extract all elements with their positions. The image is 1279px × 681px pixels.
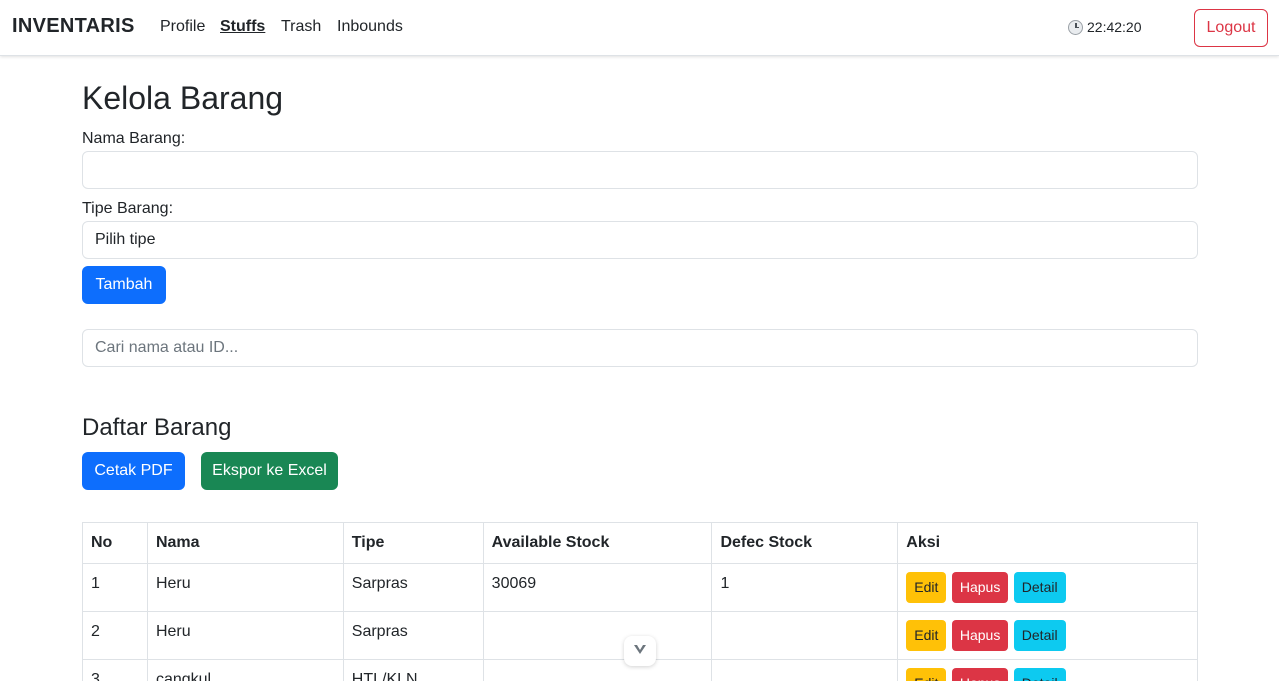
page-title: Kelola Barang (82, 80, 284, 116)
cell-no: 2 (82, 611, 148, 660)
nav-link-profile[interactable]: Profile (160, 18, 205, 36)
cell-name: Heru (146, 563, 344, 612)
detail-button[interactable]: Detail (1013, 668, 1066, 681)
delete-button[interactable]: Hapus (951, 668, 1009, 681)
table-header-row: No Nama Tipe Available Stock Defec Stock… (82, 522, 1198, 564)
column-header-name: Nama (146, 522, 344, 564)
export-excel-button[interactable]: Ekspor ke Excel (201, 452, 338, 490)
column-header-defec-stock: Defec Stock (711, 522, 899, 564)
chevron-down-icon (633, 643, 647, 659)
edit-button[interactable]: Edit (906, 572, 947, 603)
cell-name: cangkul (146, 659, 344, 681)
name-input[interactable] (82, 151, 1198, 189)
detail-button[interactable]: Detail (1013, 620, 1066, 651)
cell-actions: Edit Hapus Detail (897, 563, 1198, 612)
clock-icon (1068, 19, 1083, 35)
type-select[interactable]: Pilih tipe (82, 221, 1198, 259)
column-header-no: No (82, 522, 148, 564)
edit-button[interactable]: Edit (906, 620, 947, 651)
delete-button[interactable]: Hapus (951, 572, 1009, 603)
clock: 22:42:20 (1068, 19, 1142, 35)
cell-no: 3 (82, 659, 148, 681)
cell-available-stock (482, 659, 713, 681)
scroll-down-button[interactable] (624, 636, 656, 666)
navbar: INVENTARIS Profile Stuffs Trash Inbounds… (0, 0, 1279, 56)
table-row: 1 Heru Sarpras 30069 1 Edit Hapus Detail (82, 563, 1198, 612)
detail-button[interactable]: Detail (1013, 572, 1066, 603)
list-title: Daftar Barang (82, 414, 232, 441)
edit-button[interactable]: Edit (906, 668, 947, 681)
cell-type: Sarpras (342, 611, 484, 660)
nav-link-inbounds[interactable]: Inbounds (337, 18, 403, 36)
cell-defec-stock: 1 (711, 563, 899, 612)
cell-available-stock (482, 611, 713, 660)
cell-actions: Edit Hapus Detail (897, 659, 1198, 681)
nav-link-trash[interactable]: Trash (281, 18, 321, 36)
print-pdf-button[interactable]: Cetak PDF (82, 452, 185, 490)
clock-time: 22:42:20 (1087, 19, 1142, 35)
brand-logo[interactable]: INVENTARIS (12, 15, 135, 38)
name-label: Nama Barang: (82, 130, 186, 147)
cell-type: HTL/KLN (342, 659, 484, 681)
delete-button[interactable]: Hapus (951, 620, 1009, 651)
column-header-available-stock: Available Stock (482, 522, 713, 564)
cell-actions: Edit Hapus Detail (897, 611, 1198, 660)
cell-available-stock: 30069 (482, 563, 713, 612)
search-input[interactable]: Cari nama atau ID... (82, 329, 1198, 367)
add-button[interactable]: Tambah (82, 266, 166, 304)
logout-button[interactable]: Logout (1194, 9, 1268, 47)
nav-link-stuffs[interactable]: Stuffs (220, 18, 265, 36)
cell-no: 1 (82, 563, 148, 612)
column-header-type: Tipe (342, 522, 484, 564)
cell-defec-stock (711, 659, 899, 681)
cell-defec-stock (711, 611, 899, 660)
type-label: Tipe Barang: (82, 200, 174, 217)
column-header-actions: Aksi (897, 522, 1198, 564)
cell-name: Heru (146, 611, 344, 660)
cell-type: Sarpras (342, 563, 484, 612)
